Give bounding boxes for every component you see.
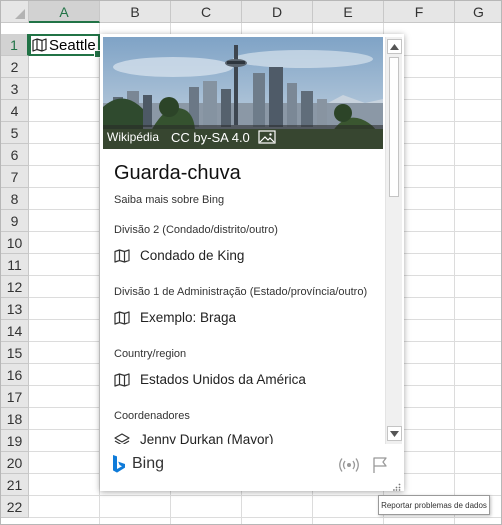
card-scrollbar[interactable] <box>385 37 402 444</box>
learn-more-link[interactable]: Saiba mais sobre Bing <box>114 194 224 206</box>
row-header-4[interactable]: 4 <box>1 100 29 122</box>
row-header-9[interactable]: 9 <box>1 210 29 232</box>
card-footer: Bing <box>100 444 402 491</box>
map-icon <box>114 310 130 325</box>
column-header-g[interactable]: G <box>455 1 501 23</box>
field-value-admin-division[interactable]: Exemplo: Braga <box>114 310 236 325</box>
row-header-5[interactable]: 5 <box>1 122 29 144</box>
map-icon[interactable] <box>32 38 47 52</box>
bing-logo-icon <box>113 455 125 473</box>
scroll-thumb[interactable] <box>389 57 399 197</box>
chevron-down-icon <box>390 430 399 437</box>
map-icon <box>114 372 130 387</box>
column-header-c[interactable]: C <box>171 1 242 23</box>
scroll-down-button[interactable] <box>387 426 402 441</box>
row-header-17[interactable]: 17 <box>1 386 29 408</box>
row-header-11[interactable]: 11 <box>1 254 29 276</box>
scroll-up-button[interactable] <box>387 39 402 54</box>
row-header-21[interactable]: 21 <box>1 474 29 496</box>
row-header-10[interactable]: 10 <box>1 232 29 254</box>
field-label-county: Divisão 2 (Condado/distrito/outro) <box>114 224 278 236</box>
gridline <box>29 517 501 518</box>
image-license-link[interactable]: CC by-SA 4.0 <box>171 130 250 145</box>
row-header-14[interactable]: 14 <box>1 320 29 342</box>
field-value-text: Condado de King <box>140 248 245 263</box>
row-header-12[interactable]: 12 <box>1 276 29 298</box>
image-attribution: Wikipédia CC by-SA 4.0 <box>103 125 383 149</box>
row-header-1[interactable]: 1 <box>1 34 29 56</box>
spreadsheet: A B C D E F G 1 2 3 4 5 6 7 8 9 10 11 12… <box>0 0 502 525</box>
image-icon[interactable] <box>258 130 276 144</box>
cell-a1-content[interactable]: Seattle <box>32 36 96 54</box>
report-data-tooltip: Reportar problemas de dados <box>378 495 490 515</box>
column-header-a[interactable]: A <box>29 1 100 23</box>
column-header-b[interactable]: B <box>100 1 171 23</box>
broadcast-icon[interactable] <box>338 456 360 474</box>
field-value-country[interactable]: Estados Unidos da América <box>114 372 306 387</box>
row-header-7[interactable]: 7 <box>1 166 29 188</box>
field-value-text: Estados Unidos da América <box>140 372 306 387</box>
row-header-16[interactable]: 16 <box>1 364 29 386</box>
chevron-up-icon <box>390 43 399 50</box>
image-source-link[interactable]: Wikipédia <box>107 130 159 144</box>
card-title: Guarda-chuva <box>114 162 241 184</box>
field-label-leaders: Coordenadores <box>114 410 190 422</box>
row-header-13[interactable]: 13 <box>1 298 29 320</box>
row-header-20[interactable]: 20 <box>1 452 29 474</box>
row-header-2[interactable]: 2 <box>1 56 29 78</box>
column-header-d[interactable]: D <box>242 1 313 23</box>
bing-label: Bing <box>132 455 165 472</box>
data-card: Wikipédia CC by-SA 4.0 Guarda-chuva Saib… <box>100 34 404 491</box>
city-image: Wikipédia CC by-SA 4.0 <box>103 37 383 149</box>
flag-icon[interactable] <box>372 456 390 474</box>
row-header-3[interactable]: 3 <box>1 78 29 100</box>
row-header-15[interactable]: 15 <box>1 342 29 364</box>
field-label-admin-division: Divisão 1 de Administração (Estado/proví… <box>114 286 368 298</box>
field-value-county[interactable]: Condado de King <box>114 248 244 263</box>
resize-grip-icon[interactable] <box>393 483 401 491</box>
select-all-button[interactable] <box>1 1 29 23</box>
field-label-country: Country/region <box>114 348 187 360</box>
column-header-e[interactable]: E <box>313 1 384 23</box>
row-header-8[interactable]: 8 <box>1 188 29 210</box>
row-header-22[interactable]: 22 <box>1 496 29 518</box>
bing-brand[interactable]: Bing <box>112 454 164 474</box>
map-icon <box>114 248 130 263</box>
row-header-18[interactable]: 18 <box>1 408 29 430</box>
field-value-text: Exemplo: Braga <box>140 310 237 325</box>
cell-a1-text: Seattle <box>49 36 96 54</box>
row-header-19[interactable]: 19 <box>1 430 29 452</box>
row-header-6[interactable]: 6 <box>1 144 29 166</box>
column-header-f[interactable]: F <box>384 1 455 23</box>
